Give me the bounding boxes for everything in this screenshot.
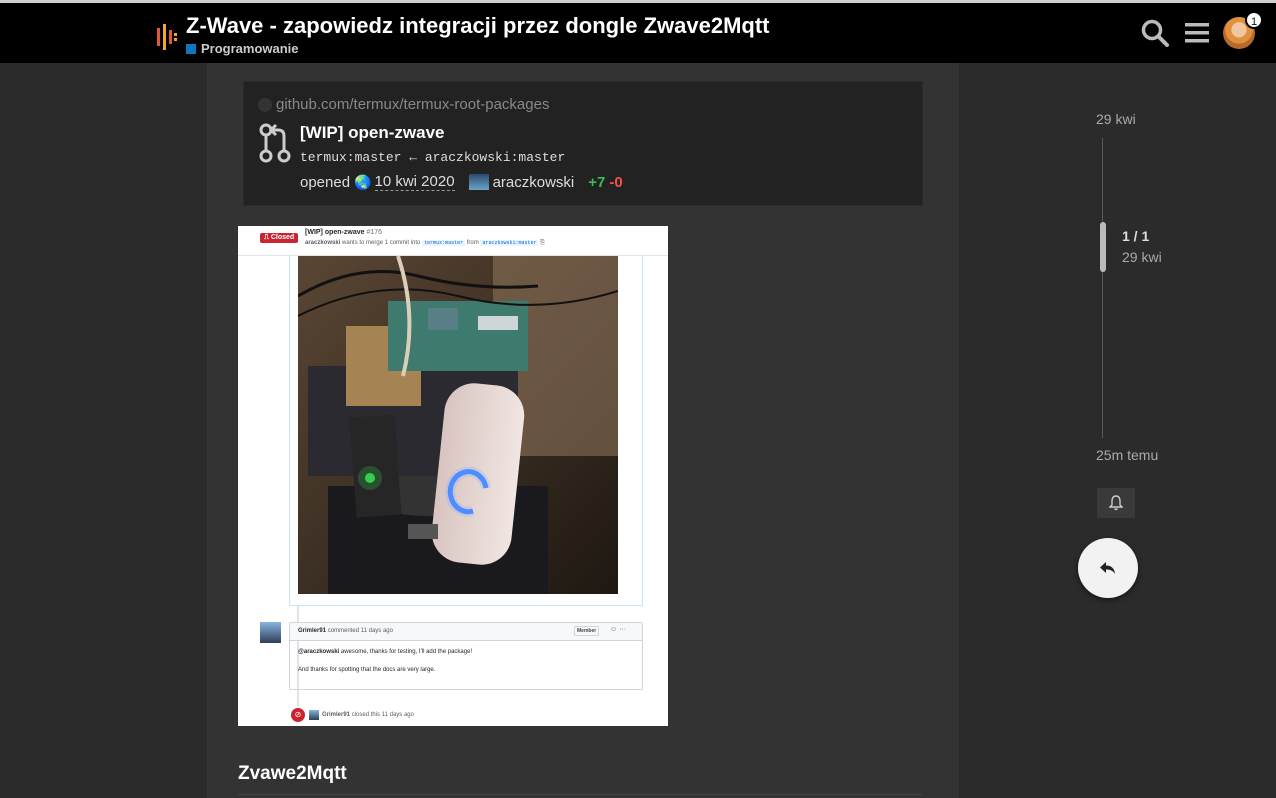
category-label: Programowanie [201, 41, 299, 56]
device-photo [298, 256, 618, 594]
github-screenshot-image[interactable]: ⎍ Closed [WIP] open-zwave #176 araczkows… [238, 226, 668, 726]
closed-status-badge: ⎍ Closed [260, 233, 299, 243]
search-icon[interactable] [1140, 18, 1170, 48]
additions-count: +7 [588, 173, 606, 191]
onebox-user[interactable]: araczkowski [493, 174, 575, 191]
screenshot-pr-title: [WIP] open-zwave #176 [305, 229, 383, 236]
onebox-branches: termux:master ← araczkowski:master [300, 150, 566, 165]
timeline-start-date[interactable]: 29 kwi [1096, 111, 1136, 127]
closed-by: Grimler91 [322, 712, 351, 718]
closed-event: ⊘ Grimler91 closed this 11 days ago [291, 708, 414, 722]
pull-request-icon [259, 123, 291, 163]
onebox-pr-title[interactable]: [WIP] open-zwave [300, 123, 445, 143]
github-onebox[interactable]: github.com/termux/termux-root-packages [… [243, 81, 923, 206]
member-tag: Member [574, 626, 600, 636]
opened-date[interactable]: 10 kwi 2020 [374, 173, 455, 191]
timeline-position: 1 / 1 [1122, 228, 1150, 244]
timeline-track[interactable] [1102, 138, 1103, 438]
topic-title[interactable]: Z-Wave - zapowiedz integracji przez dong… [186, 13, 769, 39]
comment-body: @araczkowski awesome, thanks for testing… [290, 641, 642, 673]
onebox-meta: opened 🌏 10 kwi 2020 araczkowski +7 -0 [300, 173, 623, 191]
timeline-scroll-handle[interactable] [1100, 222, 1106, 272]
onebox-source-url[interactable]: github.com/termux/termux-root-packages [276, 96, 549, 113]
reply-button[interactable] [1078, 538, 1138, 598]
category-color-square [186, 43, 196, 54]
notification-bell-button[interactable] [1097, 488, 1135, 518]
comment-line1: awesome, thanks for testing, I'll add th… [340, 649, 473, 655]
discourse-logo-icon[interactable] [157, 24, 177, 50]
timeline-position-date: 29 kwi [1122, 249, 1162, 265]
heading-divider [238, 794, 922, 795]
onebox-source[interactable]: github.com/termux/termux-root-packages [258, 96, 549, 113]
site-header: Z-Wave - zapowiedz integracji przez dong… [0, 3, 1276, 63]
screenshot-pr-header: ⎍ Closed [WIP] open-zwave #176 araczkows… [238, 226, 668, 256]
reaction-icons: ☺ ··· [610, 626, 627, 633]
user-avatar-mini [468, 174, 489, 190]
comment-mention: @araczkowski [298, 649, 340, 655]
screenshot-pr-subtitle: araczkowski wants to merge 1 commit into… [305, 240, 545, 246]
comment-header: Grimler91 commented 11 days ago Member ☺… [290, 623, 642, 641]
closed-circle-icon: ⊘ [291, 708, 305, 722]
category-badge[interactable]: Programowanie [186, 41, 299, 56]
commenter-avatar [260, 622, 281, 643]
comment-author: Grimler91 [298, 628, 327, 634]
reply-icon [1100, 562, 1115, 574]
notification-badge[interactable]: 1 [1245, 11, 1263, 29]
globe-icon: 🌏 [354, 173, 372, 190]
github-icon [258, 97, 272, 112]
opened-label: opened [300, 173, 351, 191]
post-heading: Zvawe2Mqtt [238, 763, 347, 784]
comment-box: Grimler91 commented 11 days ago Member ☺… [289, 622, 643, 690]
closer-avatar [309, 710, 319, 720]
hamburger-menu-icon[interactable] [1182, 18, 1212, 48]
closed-text: closed this 11 days ago [351, 712, 414, 718]
timeline-end-date[interactable]: 25m temu [1096, 447, 1158, 463]
deletions-count: -0 [609, 173, 623, 191]
comment-meta: commented 11 days ago [327, 628, 393, 634]
comment-line2: And thanks for spotting that the docs ar… [298, 666, 436, 673]
bell-icon [1109, 495, 1123, 511]
